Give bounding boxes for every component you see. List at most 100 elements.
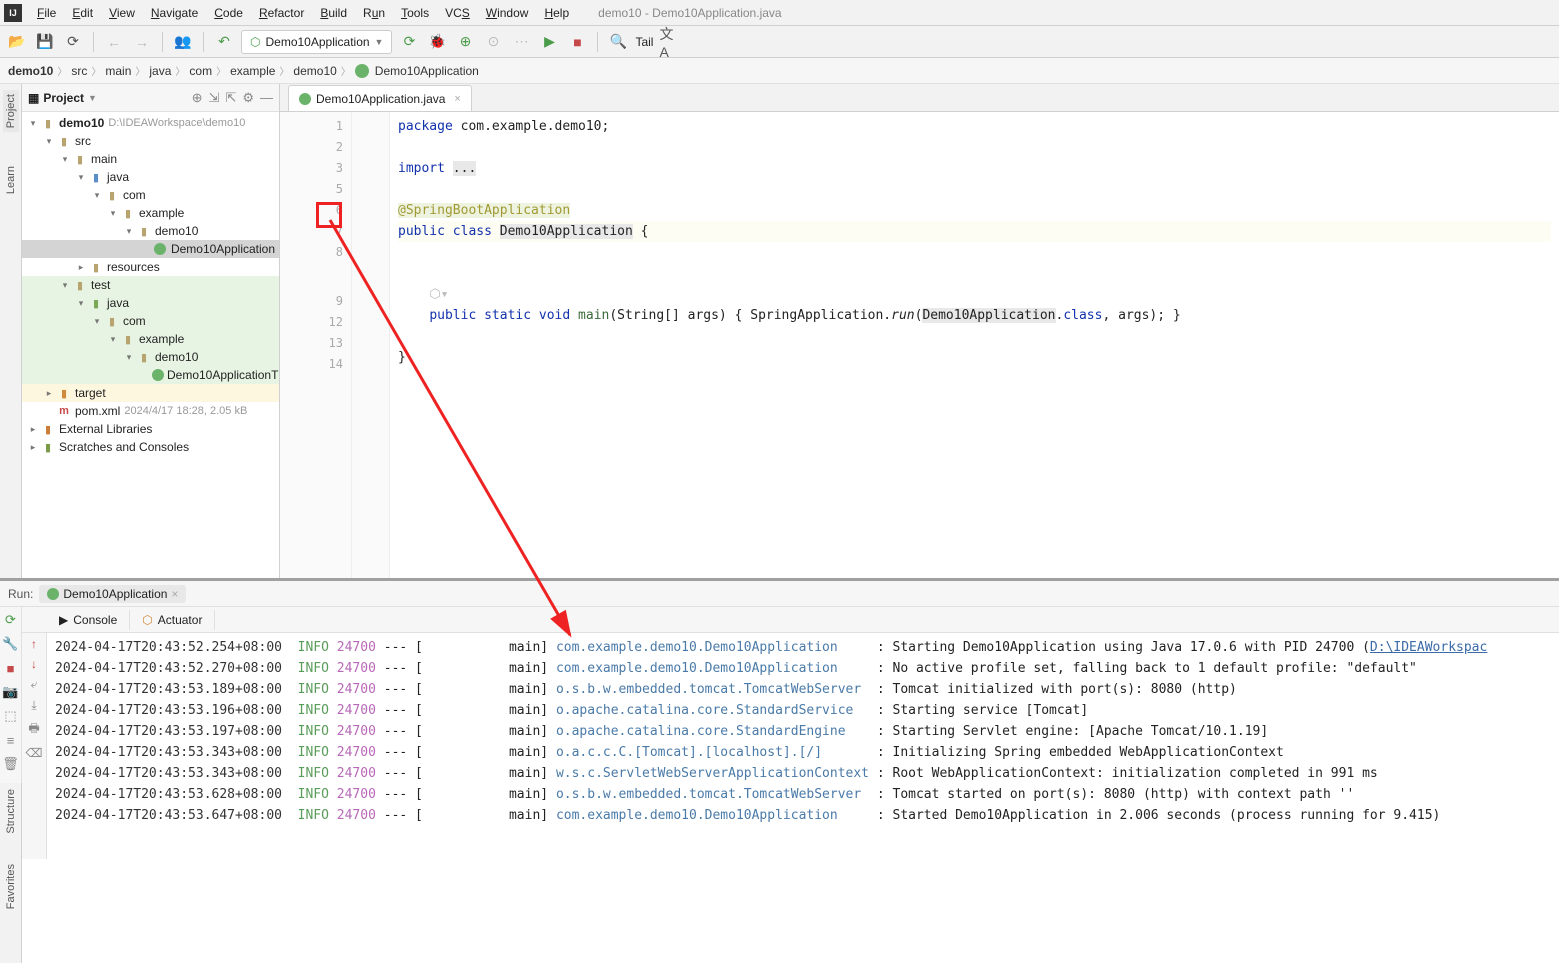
toolbar: 📂 💾 ⟳ ← → 👥 ↶ ⬡ Demo10Application ▼ ⟳ 🐞 … bbox=[0, 26, 1559, 58]
reload-icon[interactable]: ⟳ bbox=[398, 31, 420, 53]
menu-run[interactable]: Run bbox=[356, 4, 392, 22]
print-icon[interactable]: 🖶 bbox=[28, 719, 39, 740]
console-icon: ▶ bbox=[59, 613, 68, 627]
menu-help[interactable]: Help bbox=[537, 4, 576, 22]
breadcrumb-item[interactable]: example bbox=[230, 64, 275, 78]
camera-icon[interactable]: 📷 bbox=[2, 683, 20, 701]
project-tree[interactable]: ▾▮demo10D:\IDEAWorkspace\demo10 ▾▮src ▾▮… bbox=[22, 112, 279, 578]
exit-icon[interactable]: ⬚ bbox=[2, 707, 20, 725]
tree-item[interactable]: java bbox=[107, 170, 129, 184]
rerun-icon[interactable]: ⟳ bbox=[2, 611, 20, 629]
breadcrumb-item[interactable]: Demo10Application bbox=[375, 64, 479, 78]
menu-code[interactable]: Code bbox=[207, 4, 250, 22]
line-gutter[interactable]: 1 2 3 5 6 7 8 9 12 13 14 bbox=[280, 112, 352, 578]
breadcrumb-item[interactable]: demo10 bbox=[293, 64, 336, 78]
console-tab[interactable]: ▶Console bbox=[47, 610, 130, 630]
breadcrumb-item[interactable]: demo10 bbox=[8, 64, 53, 78]
menu-navigate[interactable]: Navigate bbox=[144, 4, 205, 22]
gear-icon[interactable]: ⚙ bbox=[242, 90, 254, 106]
back-icon[interactable]: ← bbox=[103, 31, 125, 53]
users-icon[interactable]: 👥 bbox=[172, 31, 194, 53]
tree-item[interactable]: src bbox=[75, 134, 91, 148]
locate-icon[interactable]: ⊕ bbox=[192, 90, 203, 106]
wrap-icon[interactable]: ⤶ bbox=[31, 677, 38, 692]
delete-icon[interactable]: 🗑 bbox=[2, 755, 20, 773]
breadcrumb-item[interactable]: main bbox=[105, 64, 131, 78]
clear-icon[interactable]: ⌫ bbox=[26, 746, 43, 760]
tree-item[interactable]: com bbox=[123, 314, 146, 328]
down-icon[interactable]: ↓ bbox=[31, 657, 37, 671]
project-panel: ▦Project ▼ ⊕ ⇲ ⇱ ⚙ — ▾▮demo10D:\IDEAWork… bbox=[22, 84, 280, 578]
run-tab-label: Demo10Application bbox=[63, 587, 167, 601]
coverage-icon[interactable]: ⊕ bbox=[454, 31, 476, 53]
sidebar-tab-learn[interactable]: Learn bbox=[3, 162, 19, 198]
close-icon[interactable]: × bbox=[171, 587, 178, 601]
tree-item[interactable]: Scratches and Consoles bbox=[59, 440, 189, 454]
tree-item[interactable]: pom.xml bbox=[75, 404, 120, 418]
run-config-selector[interactable]: ⬡ Demo10Application ▼ bbox=[241, 30, 392, 54]
menu-window[interactable]: Window bbox=[479, 4, 536, 22]
tree-item[interactable]: demo10 bbox=[155, 350, 198, 364]
tree-item[interactable]: example bbox=[139, 332, 184, 346]
forward-icon[interactable]: → bbox=[131, 31, 153, 53]
refresh-icon[interactable]: ⟳ bbox=[62, 31, 84, 53]
actuator-tab[interactable]: ⬡Actuator bbox=[130, 610, 215, 630]
stop-icon[interactable]: ■ bbox=[566, 31, 588, 53]
tree-item[interactable]: External Libraries bbox=[59, 422, 152, 436]
annotation-highlight-box bbox=[316, 202, 342, 228]
stop-icon[interactable]: ■ bbox=[2, 659, 20, 677]
bug-icon[interactable]: 🐞 bbox=[426, 31, 448, 53]
editor-tabs: Demo10Application.java × bbox=[280, 84, 1559, 112]
console-output[interactable]: 2024-04-17T20:43:52.254+08:00 INFO 24700… bbox=[47, 633, 1559, 859]
up-icon[interactable]: ↑ bbox=[31, 637, 37, 651]
profile-icon[interactable]: ⊙ bbox=[482, 31, 504, 53]
tree-root[interactable]: demo10 bbox=[59, 116, 104, 130]
menu-edit[interactable]: Edit bbox=[65, 4, 100, 22]
collapse-icon[interactable]: ⇱ bbox=[225, 90, 236, 106]
code-editor[interactable]: package com.example.demo10; import ... @… bbox=[390, 112, 1559, 578]
tree-item[interactable]: java bbox=[107, 296, 129, 310]
undo-icon[interactable]: ↶ bbox=[213, 31, 235, 53]
breadcrumb-item[interactable]: src bbox=[71, 64, 87, 78]
search-icon[interactable]: 🔍 bbox=[607, 31, 629, 53]
jump-icon[interactable]: ≡ bbox=[2, 731, 20, 749]
class-icon bbox=[355, 64, 369, 78]
dropdown-icon[interactable]: ▼ bbox=[88, 93, 97, 103]
sidebar-tab-project[interactable]: Project bbox=[3, 90, 19, 132]
breadcrumb-item[interactable]: com bbox=[189, 64, 212, 78]
tree-item[interactable]: target bbox=[75, 386, 106, 400]
tree-item[interactable]: main bbox=[91, 152, 117, 166]
menu-tools[interactable]: Tools bbox=[394, 4, 436, 22]
menu-view[interactable]: View bbox=[102, 4, 142, 22]
run-tab[interactable]: Demo10Application × bbox=[39, 585, 186, 603]
run-icon[interactable]: ▶ bbox=[538, 31, 560, 53]
project-icon: ▦ bbox=[28, 91, 39, 105]
tail-label[interactable]: Tail bbox=[635, 35, 653, 49]
breadcrumb-item[interactable]: java bbox=[149, 64, 171, 78]
menu-file[interactable]: File bbox=[30, 4, 63, 22]
tree-item[interactable]: com bbox=[123, 188, 146, 202]
editor-body[interactable]: 1 2 3 5 6 7 8 9 12 13 14 package com.exa… bbox=[280, 112, 1559, 578]
tree-item-selected[interactable]: Demo10Application bbox=[171, 242, 275, 256]
editor-tab[interactable]: Demo10Application.java × bbox=[288, 85, 472, 111]
scroll-icon[interactable]: ⤓ bbox=[31, 698, 36, 713]
open-icon[interactable]: 📂 bbox=[6, 31, 28, 53]
tree-item[interactable]: test bbox=[91, 278, 110, 292]
tree-item[interactable]: example bbox=[139, 206, 184, 220]
attach-icon[interactable]: ⋯ bbox=[510, 31, 532, 53]
tree-item[interactable]: demo10 bbox=[155, 224, 198, 238]
sidebar-tab-structure[interactable]: Structure bbox=[5, 789, 17, 834]
close-icon[interactable]: × bbox=[454, 93, 460, 105]
translate-icon[interactable]: 文A bbox=[659, 31, 681, 53]
left-tool-stripe: Project Learn bbox=[0, 84, 22, 578]
tree-item[interactable]: Demo10ApplicationT bbox=[167, 368, 278, 382]
hide-icon[interactable]: — bbox=[260, 90, 273, 105]
menu-build[interactable]: Build bbox=[313, 4, 354, 22]
menu-refactor[interactable]: Refactor bbox=[252, 4, 311, 22]
save-icon[interactable]: 💾 bbox=[34, 31, 56, 53]
tree-item[interactable]: resources bbox=[107, 260, 160, 274]
sidebar-tab-favorites[interactable]: Favorites bbox=[5, 864, 17, 909]
expand-icon[interactable]: ⇲ bbox=[209, 90, 220, 106]
menu-vcs[interactable]: VCS bbox=[438, 4, 477, 22]
tools-icon[interactable]: 🔧 bbox=[2, 635, 20, 653]
